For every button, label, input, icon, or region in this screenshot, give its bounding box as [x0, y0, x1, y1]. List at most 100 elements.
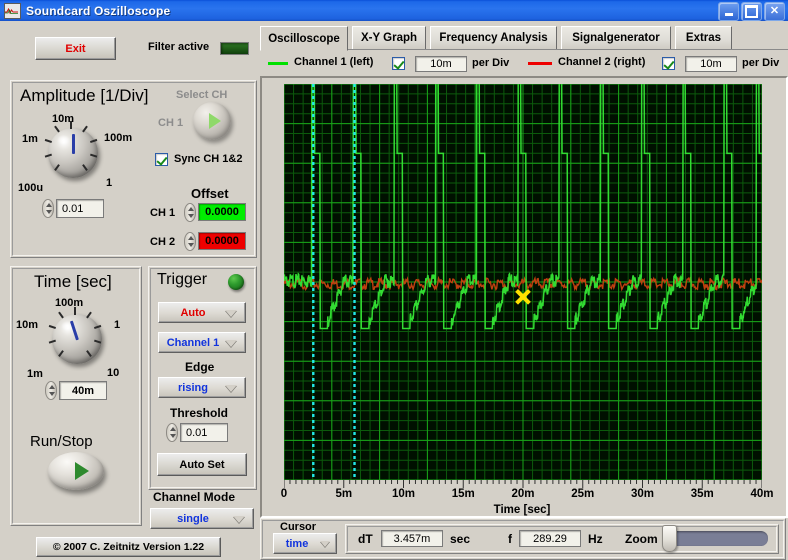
oscilloscope-plot[interactable]	[284, 84, 762, 480]
time-knob-label-10: 10	[107, 367, 120, 379]
x-tick-label: 0	[280, 488, 288, 500]
channel1-perdiv-label: per Div	[472, 57, 510, 69]
offset-ch2-spinner[interactable]	[184, 232, 196, 251]
trigger-title: Trigger	[157, 271, 208, 288]
sync-ch-label: Sync CH 1&2	[174, 153, 243, 165]
minimize-button[interactable]	[718, 2, 739, 21]
auto-set-button[interactable]: Auto Set	[157, 453, 247, 476]
channel-mode-label: Channel Mode	[153, 490, 236, 504]
frequency-unit-label: Hz	[588, 532, 603, 546]
x-tick-label: 5m	[335, 488, 353, 500]
amplitude-value-field[interactable]: 0.01	[56, 199, 104, 218]
select-ch-value: CH 1	[158, 117, 184, 129]
application-window: Soundcard Oszilloscope ✕ Exit Filter act…	[0, 0, 788, 560]
trigger-source-dropdown[interactable]: Channel 1	[158, 332, 246, 353]
copyright-text: © 2007 C. Zeitnitz Version 1.22	[52, 541, 205, 553]
select-ch-arrow-icon	[209, 113, 221, 129]
offset-ch1-spinner[interactable]	[184, 203, 196, 222]
tab-extras-label: Extras	[685, 32, 722, 44]
trigger-source-value: Channel 1	[166, 336, 220, 349]
amplitude-knob-label-1m: 1m	[22, 133, 38, 145]
amplitude-knob-label-1: 1	[106, 177, 113, 189]
play-icon	[75, 462, 89, 480]
amplitude-knob-label-10m: 10m	[52, 113, 75, 125]
cursor-label: Cursor	[280, 521, 317, 533]
time-value-field[interactable]: 40m	[59, 381, 107, 400]
exit-button-label: Exit	[65, 42, 86, 55]
x-axis-labels: 0 5m 10m 15m 20m 25m 30m 35m 40m	[262, 488, 782, 504]
tab-extras[interactable]: Extras	[675, 26, 732, 50]
x-axis-title: Time [sec]	[493, 504, 551, 516]
trigger-threshold-field[interactable]: 0.01	[180, 423, 228, 442]
time-knob[interactable]	[42, 314, 112, 374]
frequency-value-field: 289.29	[519, 530, 581, 547]
trigger-mode-dropdown[interactable]: Auto	[158, 302, 246, 323]
amplitude-knob-label-100m: 100m	[104, 132, 133, 144]
amplitude-spinner[interactable]	[42, 199, 54, 218]
window-buttons: ✕	[718, 2, 785, 21]
amplitude-knob[interactable]	[38, 128, 108, 188]
tab-oscilloscope-label: Oscilloscope	[268, 32, 340, 45]
tab-signalgenerator[interactable]: Signalgenerator	[561, 26, 671, 50]
chevron-down-icon	[225, 309, 237, 317]
chevron-down-icon	[225, 339, 237, 347]
tab-xy-graph[interactable]: X-Y Graph	[352, 26, 426, 50]
chevron-down-icon	[233, 515, 245, 523]
trigger-edge-value: rising	[178, 381, 208, 394]
x-tick-label: 40m	[750, 488, 774, 500]
waveform-glyph	[5, 7, 18, 14]
channel1-perdiv-field[interactable]: 10m	[415, 56, 467, 72]
offset-ch1-label: CH 1	[150, 207, 176, 219]
channel2-checkbox[interactable]	[662, 57, 675, 70]
offset-ch1-field[interactable]: 0.0000	[198, 203, 246, 221]
amplitude-title: Amplitude [1/Div]	[20, 86, 149, 105]
tab-xy-graph-label: X-Y Graph	[360, 32, 418, 44]
filter-active-label: Filter active	[148, 41, 210, 53]
x-tick-label: 15m	[451, 488, 475, 500]
offset-ch2-label: CH 2	[150, 236, 176, 248]
time-knob-label-10m: 10m	[16, 319, 39, 331]
maximize-button[interactable]	[741, 2, 762, 21]
oscilloscope-icon	[4, 2, 21, 19]
filter-active-led	[220, 42, 249, 55]
title-bar: Soundcard Oszilloscope ✕	[0, 0, 788, 21]
zoom-slider-track[interactable]	[661, 525, 768, 552]
select-ch-knob[interactable]	[193, 102, 231, 140]
sync-ch-checkbox[interactable]	[155, 153, 168, 166]
chevron-down-icon	[225, 384, 237, 392]
tab-oscilloscope[interactable]: Oscilloscope	[260, 26, 348, 51]
time-spinner[interactable]	[45, 381, 57, 400]
channel-mode-dropdown[interactable]: single	[150, 508, 254, 529]
trigger-led	[228, 274, 244, 290]
exit-button[interactable]: Exit	[35, 37, 116, 60]
scope-panel: 0 5m 10m 15m 20m 25m 30m 35m 40m Time [sec]	[260, 76, 788, 518]
x-tick-label: 30m	[630, 488, 655, 500]
waveform-svg	[284, 84, 762, 480]
tab-frequency-analysis[interactable]: Frequency Analysis	[430, 26, 557, 50]
tab-strip: Oscilloscope X-Y Graph Frequency Analysi…	[260, 26, 788, 51]
channel1-label: Channel 1 (left)	[294, 56, 374, 68]
channel1-legend-line	[268, 62, 288, 65]
dt-value-field: 3.457m	[381, 530, 443, 547]
time-knob-label-1m: 1m	[27, 368, 43, 380]
channel1-checkbox[interactable]	[392, 57, 405, 70]
trigger-threshold-label: Threshold	[170, 406, 229, 420]
trigger-threshold-spinner[interactable]	[166, 423, 178, 442]
tab-signalgenerator-label: Signalgenerator	[572, 32, 660, 44]
offset-ch2-field[interactable]: 0.0000	[198, 232, 246, 250]
channel2-perdiv-field[interactable]: 10m	[685, 56, 737, 72]
runstop-label: Run/Stop	[30, 433, 93, 450]
x-tick-label: 20m	[511, 488, 535, 500]
x-tick-label: 10m	[391, 488, 416, 500]
x-tick-label: 25m	[571, 488, 595, 500]
time-knob-label-100m: 100m	[55, 297, 84, 309]
window-title: Soundcard Oszilloscope	[26, 3, 171, 18]
trigger-edge-dropdown[interactable]: rising	[158, 377, 246, 398]
close-button[interactable]: ✕	[764, 2, 785, 21]
cursor-mode-dropdown[interactable]: time	[273, 533, 337, 554]
runstop-button[interactable]	[48, 452, 104, 490]
zoom-slider-thumb[interactable]	[661, 525, 677, 552]
cursor-mode-value: time	[285, 537, 309, 550]
frequency-label: f	[508, 532, 512, 546]
channel-mode-value: single	[177, 512, 209, 525]
